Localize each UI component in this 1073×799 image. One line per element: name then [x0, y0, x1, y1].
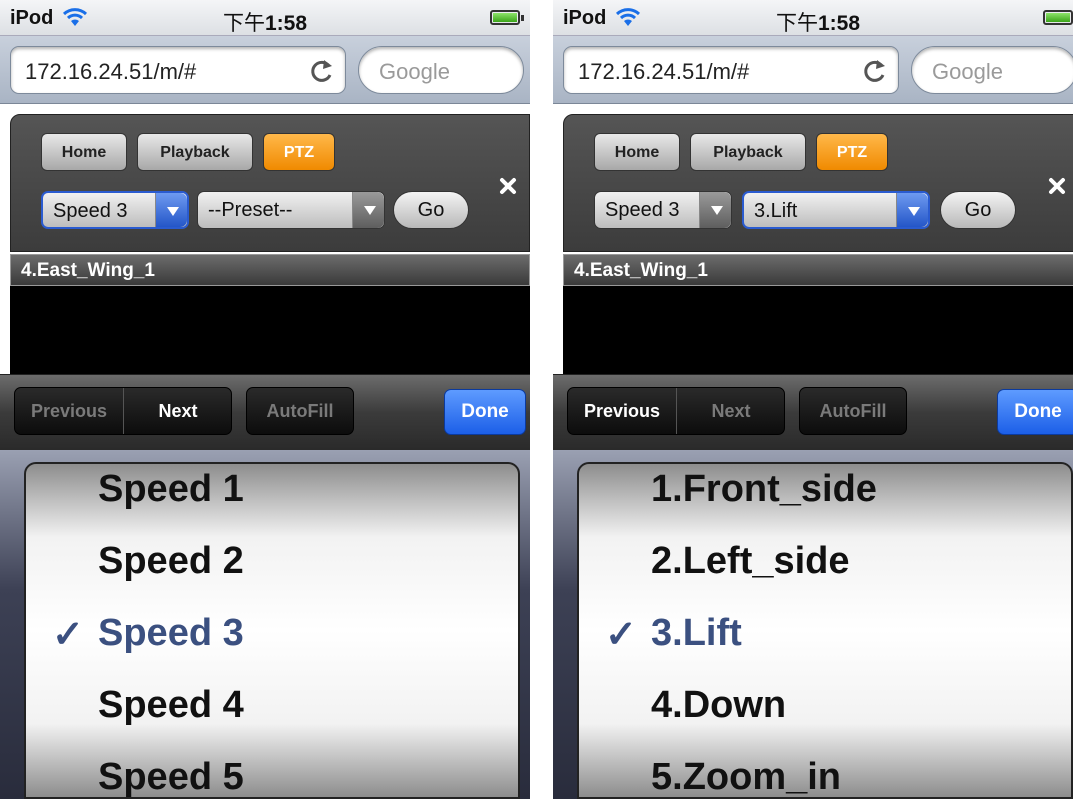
- picker: 1.Front_side 2.Left_side ✓ 3.Lift 4.Down …: [553, 450, 1073, 799]
- preset-select-value: --Preset--: [208, 199, 293, 221]
- picker-item[interactable]: Speed 2: [26, 526, 518, 598]
- search-input[interactable]: Google: [358, 46, 524, 94]
- picker-wheel[interactable]: Speed 1 Speed 2 ✓ Speed 3 Speed 4 Speed 5: [24, 462, 520, 799]
- playback-button[interactable]: Playback: [137, 133, 253, 171]
- camera-title: 4.East_Wing_1: [21, 260, 155, 281]
- previous-button[interactable]: Previous: [15, 388, 123, 434]
- speed-select-value: Speed 3: [53, 200, 128, 222]
- search-placeholder: Google: [932, 59, 1003, 84]
- url-field[interactable]: 172.16.24.51/m/#: [563, 46, 899, 94]
- control-panel: Home Playback PTZ Speed 3 3.Lift Go: [563, 114, 1073, 252]
- picker-item[interactable]: 2.Left_side: [579, 526, 1071, 598]
- prev-next-control: Previous Next: [14, 387, 232, 435]
- camera-title: 4.East_Wing_1: [574, 260, 708, 281]
- close-icon[interactable]: [1046, 175, 1068, 197]
- chevron-down-icon: [352, 192, 384, 228]
- url-field[interactable]: 172.16.24.51/m/#: [10, 46, 346, 94]
- picker-item-selected[interactable]: ✓ Speed 3: [26, 598, 518, 670]
- search-input[interactable]: Google: [911, 46, 1073, 94]
- battery-icon: [1043, 10, 1073, 25]
- speed-select[interactable]: Speed 3: [594, 191, 732, 229]
- reload-icon[interactable]: [862, 56, 888, 84]
- autofill-button[interactable]: AutoFill: [799, 387, 907, 435]
- done-button[interactable]: Done: [444, 389, 526, 435]
- close-icon[interactable]: [497, 175, 519, 197]
- next-button[interactable]: Next: [677, 388, 785, 434]
- status-bar: iPod 下午1:58: [0, 0, 530, 36]
- picker-item[interactable]: 1.Front_side: [579, 464, 1071, 526]
- ptz-button[interactable]: PTZ: [263, 133, 335, 171]
- home-button[interactable]: Home: [41, 133, 127, 171]
- picker-item[interactable]: 4.Down: [579, 670, 1071, 742]
- status-time: 下午1:58: [775, 12, 861, 35]
- chevron-down-icon: [896, 193, 928, 227]
- ptz-button[interactable]: PTZ: [816, 133, 888, 171]
- camera-title-bar: 4.East_Wing_1: [10, 254, 530, 286]
- go-button[interactable]: Go: [940, 191, 1016, 229]
- preset-select[interactable]: 3.Lift: [742, 191, 930, 229]
- speed-select-value: Speed 3: [605, 199, 680, 221]
- preset-select-value: 3.Lift: [754, 200, 798, 222]
- playback-button[interactable]: Playback: [690, 133, 806, 171]
- address-bar: 172.16.24.51/m/# Google: [0, 36, 530, 104]
- camera-title-bar: 4.East_Wing_1: [563, 254, 1073, 286]
- url-text: 172.16.24.51/m/#: [578, 59, 750, 84]
- go-button[interactable]: Go: [393, 191, 469, 229]
- picker-item-selected[interactable]: ✓ 3.Lift: [579, 598, 1071, 670]
- screen-speed-picker: iPod 下午1:58 172.16.24.51/m/# Google Home…: [0, 0, 530, 799]
- status-bar: iPod 下午1:58: [553, 0, 1073, 36]
- status-time: 下午1:58: [222, 12, 308, 35]
- checkmark-icon: ✓: [605, 614, 637, 656]
- picker: Speed 1 Speed 2 ✓ Speed 3 Speed 4 Speed 5: [0, 450, 530, 799]
- checkmark-icon: ✓: [52, 614, 84, 656]
- prev-next-control: Previous Next: [567, 387, 785, 435]
- picker-item[interactable]: Speed 4: [26, 670, 518, 742]
- autofill-button[interactable]: AutoFill: [246, 387, 354, 435]
- chevron-down-icon: [155, 193, 187, 227]
- search-placeholder: Google: [379, 59, 450, 84]
- screen-preset-picker: iPod 下午1:58 172.16.24.51/m/# Google Home…: [553, 0, 1073, 799]
- url-text: 172.16.24.51/m/#: [25, 59, 197, 84]
- picker-wheel[interactable]: 1.Front_side 2.Left_side ✓ 3.Lift 4.Down …: [577, 462, 1073, 799]
- battery-icon: [490, 10, 524, 25]
- speed-select[interactable]: Speed 3: [41, 191, 189, 229]
- picker-item[interactable]: Speed 1: [26, 464, 518, 526]
- chevron-down-icon: [699, 192, 731, 228]
- picker-item[interactable]: 5.Zoom_in: [579, 742, 1071, 797]
- done-button[interactable]: Done: [997, 389, 1073, 435]
- address-bar: 172.16.24.51/m/# Google: [553, 36, 1073, 104]
- keyboard-toolbar: Previous Next AutoFill Done: [0, 374, 530, 450]
- home-button[interactable]: Home: [594, 133, 680, 171]
- next-button[interactable]: Next: [124, 388, 232, 434]
- picker-item[interactable]: Speed 5: [26, 742, 518, 797]
- previous-button[interactable]: Previous: [568, 388, 676, 434]
- keyboard-toolbar: Previous Next AutoFill Done: [553, 374, 1073, 450]
- preset-select[interactable]: --Preset--: [197, 191, 385, 229]
- reload-icon[interactable]: [309, 56, 335, 84]
- control-panel: Home Playback PTZ Speed 3 --Preset-- Go: [10, 114, 530, 252]
